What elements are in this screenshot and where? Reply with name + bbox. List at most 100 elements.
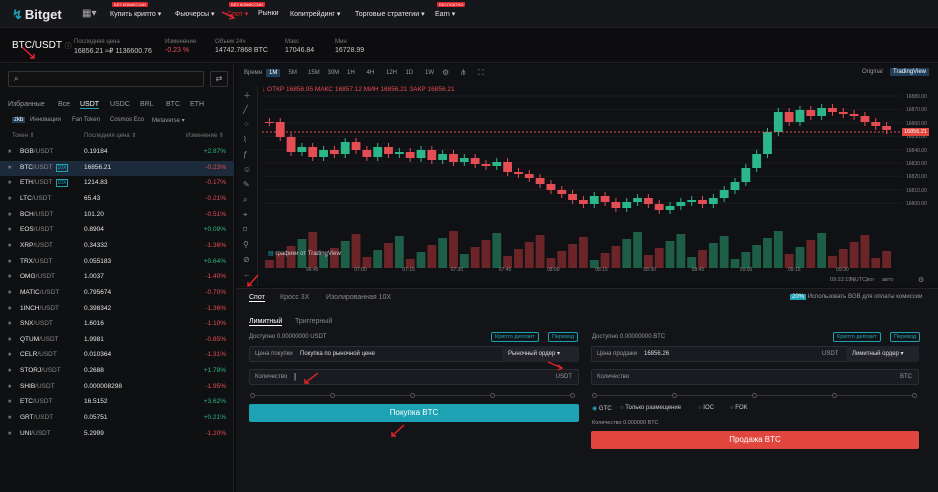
crosshair-icon[interactable]: ＋ xyxy=(243,90,251,101)
market-row[interactable]: ★ QTUM/USDT 1.9981 -0.85% xyxy=(0,333,234,349)
eye-icon[interactable]: ⊘ xyxy=(243,255,250,264)
star-icon[interactable]: ★ xyxy=(7,367,12,374)
market-tab[interactable]: BTC xyxy=(166,101,180,108)
tif-radio[interactable]: ◉ GTC xyxy=(592,405,612,412)
trendline-icon[interactable]: ╱ xyxy=(243,105,248,114)
fib-icon[interactable]: ⁘ xyxy=(243,120,250,129)
market-tab[interactable]: USDT xyxy=(80,101,100,109)
star-icon[interactable]: ★ xyxy=(7,211,12,218)
slider-dot[interactable] xyxy=(912,393,917,398)
nav-item[interactable]: Торговые стратегии ▾ xyxy=(355,10,425,18)
timeframe-tab[interactable]: 1D xyxy=(403,69,417,77)
axis-option[interactable]: % xyxy=(850,277,855,283)
nav-item[interactable]: Купить крипто ▾ xyxy=(110,10,161,18)
zoom-icon[interactable]: ⌖ xyxy=(243,210,248,220)
timeframe-tab[interactable]: 1W xyxy=(422,69,437,77)
slider-dot[interactable] xyxy=(490,393,495,398)
chart-settings-icon[interactable]: ⚙ xyxy=(918,276,924,284)
market-row[interactable]: ★ TRX/USDT 0.055183 +0.64% xyxy=(0,255,234,271)
market-row[interactable]: ★ SNX/USDT 1.6016 -1.10% xyxy=(0,317,234,333)
lock-icon[interactable]: ⚲ xyxy=(243,240,249,249)
market-row[interactable]: ★ LTC/USDT 65.43 -0.21% xyxy=(0,192,234,208)
slider-dot[interactable] xyxy=(672,393,677,398)
slider-dot[interactable] xyxy=(250,393,255,398)
bgb-toggle[interactable]: 20% Использовать BGB для оплаты комиссии xyxy=(790,294,922,300)
col-price[interactable]: Последняя цена ⇕ xyxy=(84,132,136,139)
market-row[interactable]: ★ ETH/USDT 10X 1214.83 -0.17% xyxy=(0,176,234,192)
nav-item[interactable]: Рынки xyxy=(258,10,279,17)
order-type-limit[interactable]: Лимитный xyxy=(249,318,283,326)
star-icon[interactable]: ★ xyxy=(7,242,12,249)
tif-radio[interactable]: ○ IOC xyxy=(698,405,714,411)
brush-icon[interactable]: ✎ xyxy=(243,180,250,189)
logo[interactable]: ↯ Bitget xyxy=(12,7,62,23)
market-row[interactable]: ★ MATIC/USDT 0.795674 -0.70% xyxy=(0,286,234,302)
search-input[interactable]: ⌕ xyxy=(8,71,204,87)
timeframe-tab[interactable]: 1H xyxy=(344,69,358,77)
slider-dot[interactable] xyxy=(752,393,757,398)
nav-item[interactable]: Фьючерсы ▾ xyxy=(175,10,215,18)
axis-option[interactable]: авто xyxy=(882,277,893,283)
market-row[interactable]: ★ BGB/USDT 0.19184 +2.87% xyxy=(0,145,234,161)
trade-tab[interactable]: Изолированная 10X xyxy=(326,294,391,301)
market-row[interactable]: ★ BCH/USDT 101.20 -0.51% xyxy=(0,208,234,224)
market-subtab[interactable]: Инновации xyxy=(30,117,61,123)
star-icon[interactable]: ★ xyxy=(7,273,12,280)
market-row[interactable]: ★ XRP/USDT 0.34332 -1.36% xyxy=(0,239,234,255)
view-tradingview[interactable]: TradingView xyxy=(890,68,930,76)
market-subtab[interactable]: Metaverse ▾ xyxy=(152,117,185,124)
axis-option[interactable]: лог xyxy=(866,277,874,283)
view-original[interactable]: Original xyxy=(862,69,883,75)
fullscreen-icon[interactable]: ⛶ xyxy=(478,68,484,78)
order-type-trigger[interactable]: Триггерный xyxy=(295,318,332,325)
magnet-icon[interactable]: ⌑ xyxy=(243,225,247,234)
market-tab[interactable]: Все xyxy=(58,101,70,108)
market-tab[interactable]: Избранные xyxy=(8,101,45,108)
market-tab[interactable]: USDC xyxy=(110,101,130,108)
star-icon[interactable]: ★ xyxy=(7,351,12,358)
market-row[interactable]: ★ 1INCH/USDT 0.398342 -1.36% xyxy=(0,302,234,318)
indicator-icon[interactable]: ⋔ xyxy=(460,68,467,77)
star-icon[interactable]: ★ xyxy=(7,430,12,437)
market-row[interactable]: ★ CELR/USDT 0.010364 -1.31% xyxy=(0,348,234,364)
timeframe-tab[interactable]: 15M xyxy=(305,69,323,77)
market-row[interactable]: ★ STORJ/USDT 0.2688 +1.78% xyxy=(0,364,234,380)
market-tab[interactable]: BRL xyxy=(140,101,154,108)
col-change[interactable]: Изменение ⇕ xyxy=(186,132,224,139)
tif-radio[interactable]: ○ Только размещение xyxy=(620,405,681,411)
star-icon[interactable]: ★ xyxy=(7,179,12,186)
sell-deposit-button[interactable]: Крипто депозит xyxy=(833,332,881,342)
market-subtab[interactable]: Fan Token xyxy=(72,117,100,123)
trade-tab[interactable]: Кросс 3X xyxy=(280,294,309,301)
slider-dot[interactable] xyxy=(410,393,415,398)
sell-qty-input[interactable]: Количество BTC xyxy=(591,369,919,385)
nav-item[interactable]: Earn ▾ xyxy=(435,10,455,18)
slider-dot[interactable] xyxy=(592,393,597,398)
market-row[interactable]: ★ ETC/USDT 16.5152 +3.62% xyxy=(0,395,234,411)
timeframe-tab[interactable]: 1M xyxy=(266,69,281,77)
market-row[interactable]: ★ GRT/USDT 0.05751 +0.21% xyxy=(0,411,234,427)
timeframe-tab[interactable]: 12H xyxy=(383,69,400,77)
star-icon[interactable]: ★ xyxy=(7,414,12,421)
timeframe-tab[interactable]: 4H xyxy=(364,69,378,77)
measure-icon[interactable]: ⌕ xyxy=(243,195,247,205)
star-icon[interactable]: ★ xyxy=(7,398,12,405)
star-icon[interactable]: ★ xyxy=(7,226,12,233)
nav-item[interactable]: Копитрейдинг ▾ xyxy=(290,10,340,18)
buy-order-type-select[interactable]: Рыночный ордер ▾ xyxy=(502,346,579,362)
trade-tab[interactable]: Спот xyxy=(249,294,265,302)
slider-dot[interactable] xyxy=(330,393,335,398)
buy-button[interactable]: Покупка BTC xyxy=(249,404,579,422)
tv-credit[interactable]: ▤ графики от TradingView xyxy=(268,250,341,257)
sell-transfer-button[interactable]: Перевод xyxy=(890,332,921,342)
market-subtab[interactable]: zkb xyxy=(12,117,26,123)
slider-dot[interactable] xyxy=(832,393,837,398)
market-row[interactable]: ★ SHIB/USDT 0.000008298 -1.95% xyxy=(0,380,234,396)
nav-item[interactable]: Спот ▾ xyxy=(227,10,248,18)
slider-dot[interactable] xyxy=(570,393,575,398)
market-tab[interactable]: ETH xyxy=(190,101,204,108)
buy-transfer-button[interactable]: Перевод xyxy=(548,332,579,342)
sell-button[interactable]: Продажа BTC xyxy=(591,431,919,449)
market-row[interactable]: ★ EOS/USDT 0.8904 +0.09% xyxy=(0,223,234,239)
market-row[interactable]: ★ BTC/USDT 10X 16856.21 -0.23% xyxy=(0,160,234,177)
